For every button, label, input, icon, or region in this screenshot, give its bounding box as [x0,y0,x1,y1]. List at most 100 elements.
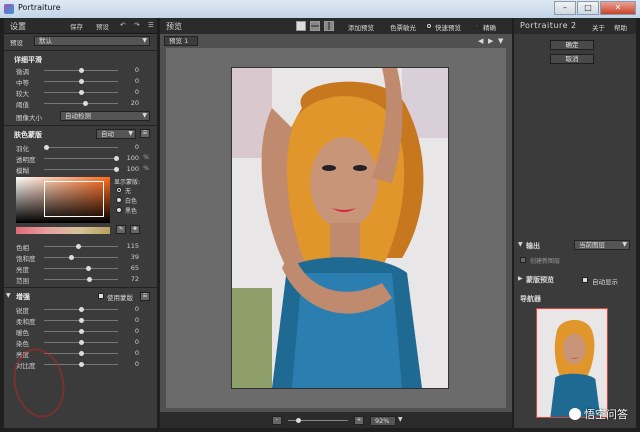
detail-row: 微调 0 [4,65,157,76]
mask-black-radio[interactable] [116,207,122,213]
enhance-slider[interactable] [44,318,118,323]
slider-knob[interactable] [79,79,84,84]
hsv-row: 饱和度 39 [4,252,157,263]
detail-value: 20 [130,99,139,107]
slider-knob[interactable] [44,145,49,150]
feather-label: 羽化 [16,145,29,153]
eyedropper-icon[interactable]: ✎ [116,225,126,234]
enhance-slider[interactable] [44,307,118,312]
mask-mode-dropdown[interactable]: 自动 ▼ [96,129,136,139]
single-view-icon[interactable] [296,21,306,31]
slider-knob[interactable] [69,255,74,260]
zoom-dropdown[interactable]: 92% [370,416,396,426]
image-size-label: 图像大小 [16,114,42,122]
zoom-slider[interactable] [288,418,348,423]
add-preview-button[interactable]: 添加预览 [348,22,374,32]
menu-icon[interactable]: ☰ [148,21,154,29]
collapse-icon[interactable]: ▼ [518,241,523,248]
color-selection-box[interactable] [44,181,104,217]
enhance-value: 0 [134,316,139,324]
hsv-label: 色相 [16,244,29,252]
detail-slider[interactable] [44,68,118,73]
navigator-thumbnail[interactable] [536,308,608,418]
hsv-slider[interactable] [44,244,118,249]
hsv-slider[interactable] [44,266,118,271]
slider-knob[interactable] [114,156,119,161]
color-sample-button[interactable]: 色票敏光 [390,22,416,32]
cancel-button[interactable]: 取消 [550,54,594,64]
fast-preview-radio[interactable] [426,23,432,29]
split-horizontal-icon[interactable] [310,21,320,31]
feather-slider[interactable] [44,145,118,150]
create-layer-checkbox[interactable] [520,257,526,263]
expand-icon[interactable]: ▶ [518,275,523,282]
redo-icon[interactable]: ↷ [134,21,139,29]
save-button[interactable]: 保存 [70,21,83,31]
help-button[interactable]: 帮助 [614,22,627,32]
output-label: 输出 [526,242,540,250]
slider-knob[interactable] [79,307,84,312]
ok-button[interactable]: 确定 [550,40,594,50]
enhance-slider[interactable] [44,329,118,334]
zoom-chevron-icon[interactable]: ▼ [398,416,403,423]
opacity-slider[interactable] [44,156,119,161]
slider-knob[interactable] [86,266,91,271]
title-bar: Portraiture – □ ✕ [0,0,640,18]
watermark-text: 悟空问答 [569,406,628,422]
detail-slider[interactable] [44,90,118,95]
hsv-slider[interactable] [44,277,118,282]
mask-menu-button[interactable]: ☰ [140,129,150,138]
slider-knob[interactable] [79,68,84,73]
tab-prev-icon[interactable]: ◀ [478,37,483,45]
minimize-button[interactable]: – [554,1,576,15]
zoom-in-button[interactable]: + [354,416,364,425]
output-dropdown[interactable]: 当前图层 ▼ [574,240,630,250]
maximize-button[interactable]: □ [577,1,599,15]
slider-knob[interactable] [79,318,84,323]
slider-knob[interactable] [79,340,84,345]
tab-preview-1[interactable]: 预览 1 [164,36,198,46]
detail-label: 较大 [16,90,29,98]
image-size-dropdown[interactable]: 自动检测 ▼ [60,111,150,121]
slider-knob[interactable] [76,244,81,249]
slider-knob[interactable] [79,351,84,356]
about-button[interactable]: 关于 [592,22,605,32]
preset-dropdown[interactable]: 默认 ▼ [34,36,150,46]
preview-canvas[interactable] [166,48,506,408]
enhance-slider[interactable] [44,340,118,345]
precise-radio[interactable] [474,23,480,29]
preset-button[interactable]: 预设 [96,21,109,31]
slider-knob[interactable] [79,362,84,367]
display-mask-label: 显示蒙版: [114,179,141,186]
hsv-slider[interactable] [44,255,118,260]
slider-knob[interactable] [79,90,84,95]
undo-icon[interactable]: ↶ [120,21,125,29]
auto-display-checkbox[interactable] [582,277,588,283]
detail-label: 微调 [16,68,29,76]
settings-tab[interactable]: 设置 [10,21,26,32]
tab-menu-icon[interactable]: ▼ [498,37,503,45]
detail-smoothing-title: 详细平滑 [14,56,42,64]
blur-value: 100 [126,165,139,173]
enhance-slider[interactable] [44,351,118,356]
mask-none-radio[interactable] [116,187,122,193]
split-vertical-icon[interactable] [324,21,334,31]
mask-white-radio[interactable] [116,197,122,203]
eyedropper-plus-icon[interactable]: ✚ [130,225,140,234]
collapse-icon[interactable]: ▼ [6,292,11,299]
use-mask-checkbox[interactable] [98,293,104,299]
slider-knob[interactable] [79,329,84,334]
tab-next-icon[interactable]: ▶ [488,37,493,45]
enhance-menu-button[interactable]: ☰ [140,292,150,301]
close-button[interactable]: ✕ [600,1,636,15]
detail-label: 中等 [16,79,29,87]
zoom-out-button[interactable]: – [272,416,282,425]
detail-slider[interactable] [44,101,118,106]
slider-knob[interactable] [87,277,92,282]
hue-range-strip[interactable] [16,227,110,234]
slider-knob[interactable] [83,101,88,106]
zoom-knob[interactable] [296,418,301,423]
slider-knob[interactable] [114,167,119,172]
detail-slider[interactable] [44,79,118,84]
blur-slider[interactable] [44,167,119,172]
